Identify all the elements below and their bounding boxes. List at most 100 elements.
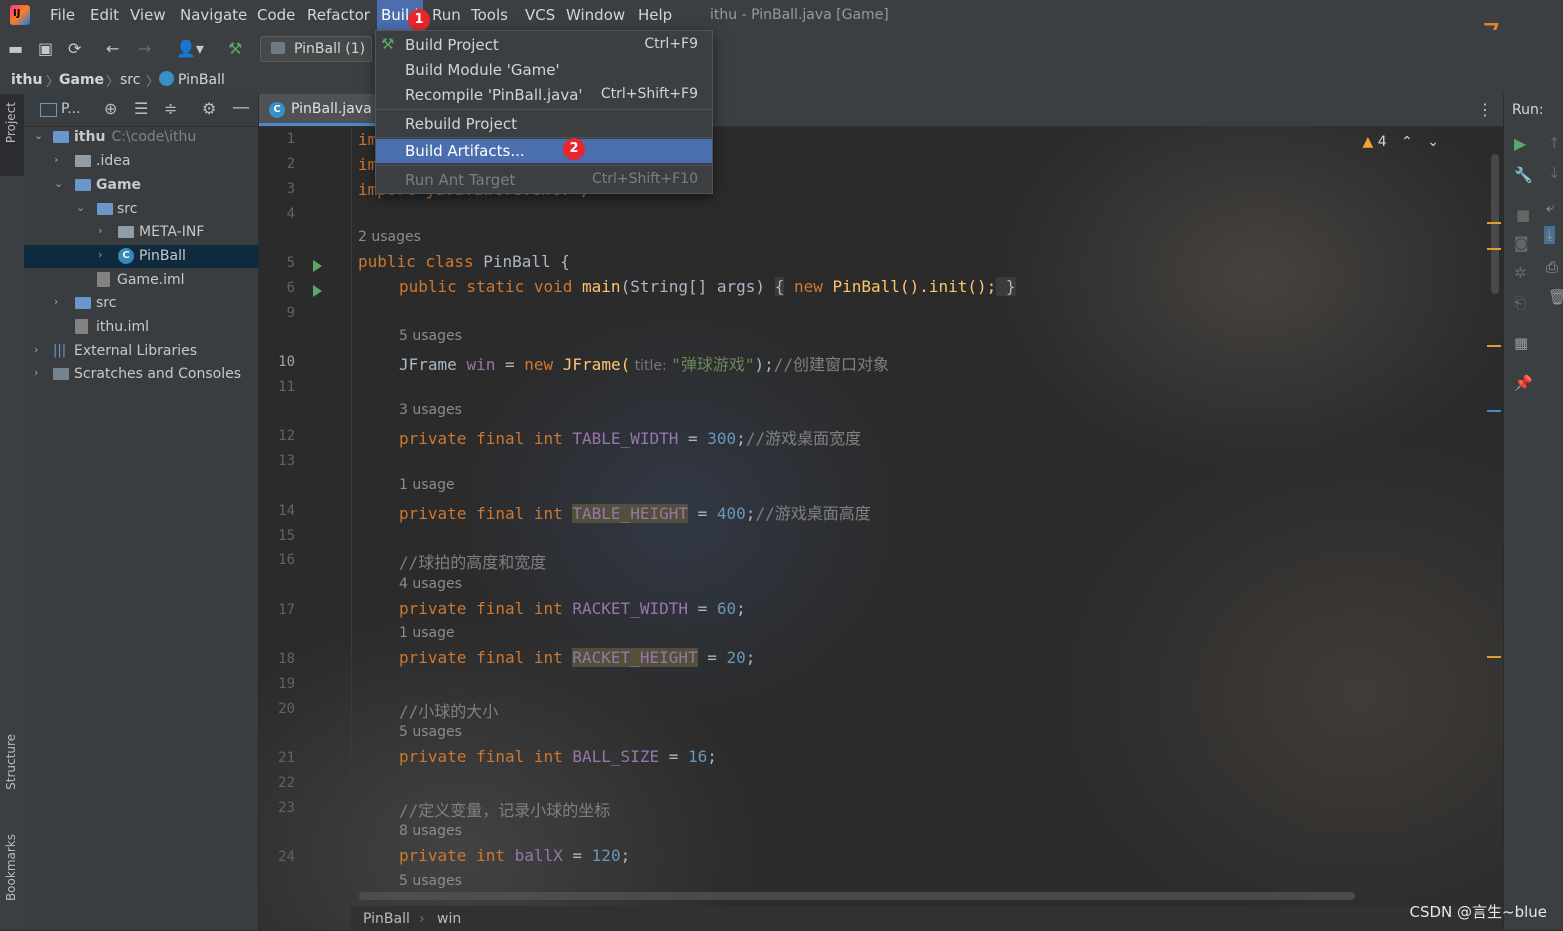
chevron-right-icon[interactable]: › — [54, 295, 58, 308]
menu-vcs[interactable]: VCS — [525, 6, 555, 24]
menu-view[interactable]: View — [130, 6, 166, 24]
usage-hint[interactable]: 3 usages — [399, 402, 462, 418]
sync-icon[interactable]: ⟳ — [68, 39, 81, 58]
usage-hint[interactable]: 5 usages — [399, 328, 462, 344]
save-icon[interactable]: ▣ — [38, 39, 53, 58]
tree-item-src-root[interactable]: › src — [24, 292, 258, 315]
chevron-right-icon[interactable]: › — [34, 366, 38, 379]
menu-item-run-ant-target[interactable]: Run Ant Target Ctrl+Shift+F10 — [376, 168, 712, 192]
user-dropdown-icon[interactable]: 👤▾ — [176, 39, 204, 58]
menu-item-rebuild-project[interactable]: Rebuild Project — [376, 112, 712, 136]
minimize-icon[interactable]: — — [232, 97, 250, 118]
camera-icon[interactable]: ◙ — [1514, 234, 1529, 252]
warning-marker[interactable] — [1487, 222, 1501, 224]
tree-item-meta-inf[interactable]: › META-INF — [24, 221, 258, 244]
more-options-icon[interactable]: ⋮ — [1477, 100, 1493, 119]
tree-item-ithu[interactable]: ⌄ ithu C:\code\ithu — [24, 126, 258, 149]
run-gutter-icon[interactable] — [313, 285, 322, 297]
structure-tool-label[interactable]: Structure — [4, 734, 18, 790]
warning-marker[interactable] — [1487, 248, 1501, 250]
tree-item-ithu-iml[interactable]: ithu.iml — [24, 316, 258, 339]
code-editor[interactable]: C PinBall.java ⋮ ▲ 4 ⌃ ⌄ 1 2 3 4 5 6 9 1… — [259, 94, 1503, 931]
breadcrumb-ithu[interactable]: ithu — [11, 72, 42, 88]
forward-arrow-icon[interactable]: → — [138, 39, 151, 58]
vertical-scrollbar[interactable] — [1491, 154, 1499, 294]
exit-icon[interactable]: ⎗ — [1514, 294, 1526, 312]
collapse-all-icon[interactable]: ≑ — [164, 99, 177, 118]
open-folder-icon[interactable]: ▬ — [8, 39, 23, 58]
warnings-indicator[interactable]: ▲ 4 ⌃ ⌄ — [1362, 134, 1439, 150]
run-icon[interactable]: ▶ — [1514, 134, 1526, 153]
usage-hint[interactable]: 8 usages — [399, 823, 462, 839]
scroll-to-end-icon[interactable]: ⤓ — [1544, 226, 1555, 244]
usage-hint[interactable]: 1 usage — [399, 477, 455, 493]
layout-icon[interactable]: ▦ — [1514, 334, 1528, 352]
menu-item-recompile[interactable]: Recompile 'PinBall.java' Ctrl+Shift+F9 — [376, 83, 712, 107]
warning-marker[interactable] — [1487, 656, 1501, 658]
menu-edit[interactable]: Edit — [90, 6, 119, 24]
chevron-right-icon[interactable]: › — [34, 343, 38, 356]
menu-code[interactable]: Code — [257, 6, 295, 24]
menu-item-build-artifacts[interactable]: Build Artifacts... — [376, 139, 712, 163]
bookmarks-tool-label[interactable]: Bookmarks — [4, 834, 18, 901]
chevron-right-icon[interactable]: › — [98, 248, 102, 261]
tree-item-src[interactable]: ⌄ src — [24, 198, 258, 221]
project-tool-label[interactable]: Project — [4, 102, 18, 143]
usage-hint[interactable]: 5 usages — [399, 724, 462, 740]
tree-item-idea[interactable]: › .idea — [24, 150, 258, 173]
footer-crumb-field[interactable]: win — [437, 911, 461, 927]
menu-tools[interactable]: Tools — [471, 6, 508, 24]
stop-icon[interactable]: ■ — [1516, 206, 1530, 224]
chevron-right-icon[interactable]: › — [54, 153, 58, 166]
locate-icon[interactable]: ⊕ — [104, 99, 117, 118]
info-marker[interactable] — [1487, 410, 1501, 412]
soft-wrap-icon[interactable]: ⤶ — [1546, 198, 1554, 216]
chevron-up-icon[interactable]: ⌃ — [1401, 134, 1413, 150]
tree-item-pinball[interactable]: › C PinBall — [24, 245, 258, 268]
menu-navigate[interactable]: Navigate — [180, 6, 247, 24]
chevron-down-icon[interactable]: ⌄ — [1427, 134, 1439, 150]
wrench-icon[interactable]: 🔧 — [1514, 166, 1533, 184]
horizontal-scrollbar[interactable] — [359, 892, 1355, 900]
breadcrumb-pinball[interactable]: PinBall — [178, 72, 225, 88]
tree-item-game-iml[interactable]: Game.iml — [24, 269, 258, 292]
usage-hint[interactable]: 1 usage — [399, 625, 455, 641]
chevron-down-icon[interactable]: ⌄ — [54, 177, 63, 190]
run-configuration-select[interactable]: PinBall (1) — [260, 36, 372, 62]
usage-hint[interactable]: 2 usages — [358, 229, 421, 245]
expand-all-icon[interactable]: ☰ — [134, 99, 148, 118]
breadcrumb-game[interactable]: Game — [59, 72, 104, 88]
pin-icon[interactable]: 📌 — [1514, 374, 1533, 392]
arrow-up-icon[interactable]: ↑ — [1548, 134, 1561, 152]
intellij-logo-icon[interactable] — [10, 5, 30, 25]
usage-hint[interactable]: 5 usages — [399, 873, 462, 889]
back-arrow-icon[interactable]: ← — [106, 39, 119, 58]
chevron-right-icon[interactable]: › — [98, 224, 102, 237]
usage-hint[interactable]: 4 usages — [399, 576, 462, 592]
gear-icon[interactable]: ⚙ — [202, 99, 216, 118]
print-icon[interactable]: ⎙ — [1546, 258, 1558, 276]
chevron-down-icon[interactable]: ⌄ — [76, 201, 85, 214]
footer-crumb-class[interactable]: PinBall — [363, 911, 410, 927]
debug-icon[interactable]: ✲ — [1514, 264, 1527, 282]
menu-window[interactable]: Window — [566, 6, 625, 24]
chevron-down-icon[interactable]: ⌄ — [34, 129, 43, 142]
trash-icon[interactable]: 🗑 — [1548, 288, 1563, 306]
tree-item-game[interactable]: ⌄ Game — [24, 174, 258, 197]
menu-refactor[interactable]: Refactor — [307, 6, 370, 24]
project-view-icon[interactable] — [40, 103, 57, 117]
menu-file[interactable]: File — [50, 6, 75, 24]
menu-run[interactable]: Run — [432, 6, 461, 24]
warning-marker[interactable] — [1487, 345, 1501, 347]
run-gutter-icon[interactable] — [313, 260, 322, 272]
project-view-select[interactable]: P... — [61, 101, 81, 117]
tree-item-external-libraries[interactable]: › ||| External Libraries — [24, 340, 258, 363]
tab-pinball-java[interactable]: C PinBall.java — [259, 94, 377, 126]
arrow-down-icon[interactable]: ↓ — [1548, 164, 1561, 182]
menu-help[interactable]: Help — [638, 6, 672, 24]
menu-item-build-module[interactable]: Build Module 'Game' — [376, 58, 712, 82]
breadcrumb-src[interactable]: src — [120, 72, 140, 88]
menu-item-build-project[interactable]: ⚒ Build Project Ctrl+F9 — [376, 33, 712, 57]
tree-item-scratches[interactable]: › Scratches and Consoles — [24, 363, 258, 386]
build-hammer-icon[interactable]: ⚒ — [228, 39, 242, 58]
